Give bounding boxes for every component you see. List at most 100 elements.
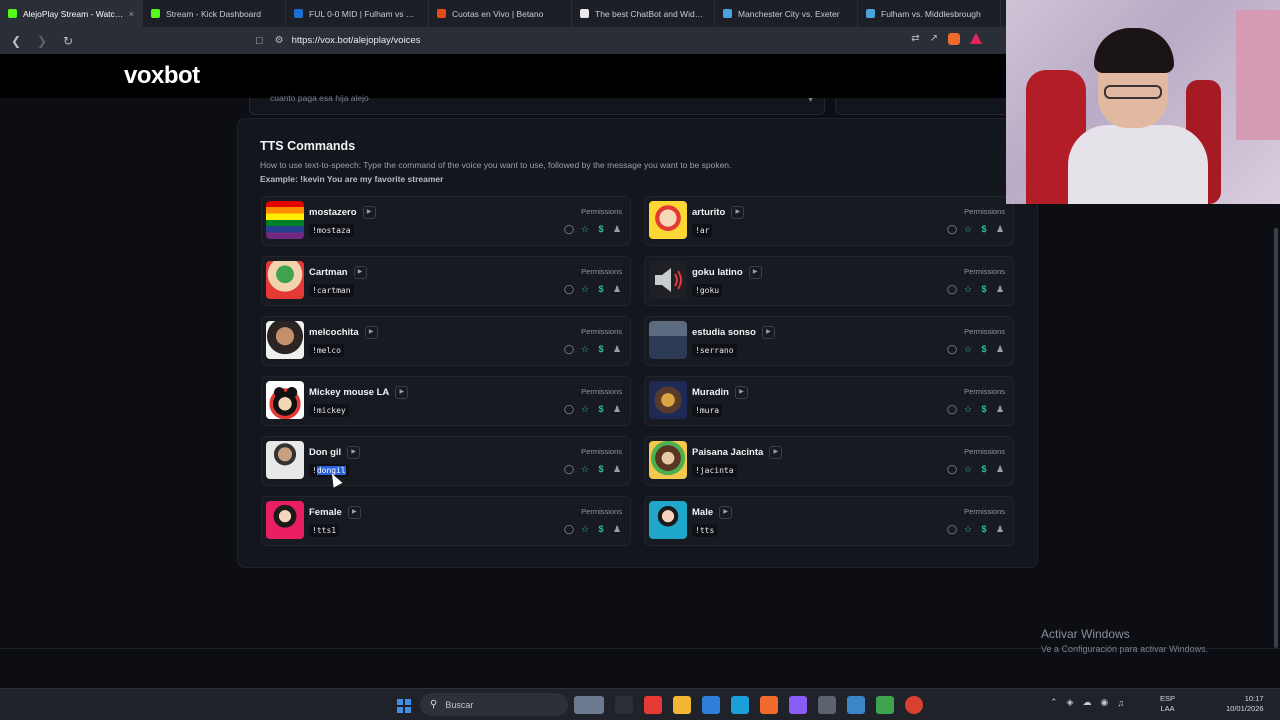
mic-icon[interactable]: ♫ [1117,698,1124,708]
close-icon[interactable]: × [125,9,134,19]
star-icon[interactable]: ☆ [963,404,973,414]
users-icon[interactable]: ♟ [995,404,1005,414]
shield-icon[interactable]: ◯ [947,284,957,294]
dollar-icon[interactable]: $ [979,524,989,534]
browser-tab[interactable]: Cuotas en Vivo | Betano [429,0,572,27]
scrollbar[interactable] [1274,228,1278,648]
dollar-icon[interactable]: $ [596,224,606,234]
star-icon[interactable]: ☆ [963,284,973,294]
users-icon[interactable]: ♟ [995,224,1005,234]
brave-rewards-icon[interactable] [970,33,982,44]
dollar-icon[interactable]: $ [596,344,606,354]
users-icon[interactable]: ♟ [612,524,622,534]
users-icon[interactable]: ♟ [995,344,1005,354]
dollar-icon[interactable]: $ [596,464,606,474]
network-icon[interactable]: ◈ [1067,697,1074,708]
shield-icon[interactable]: ◯ [947,464,957,474]
bookmark-icon[interactable]: □ [256,35,263,47]
play-icon[interactable]: ▶ [748,266,762,279]
shield-icon[interactable]: ◯ [947,404,957,414]
voice-command[interactable]: !serrano [692,344,737,357]
play-icon[interactable]: ▶ [761,326,775,339]
users-icon[interactable]: ♟ [612,284,622,294]
users-icon[interactable]: ♟ [995,464,1005,474]
shield-icon[interactable]: ◯ [564,344,574,354]
side-input[interactable] [835,98,1035,115]
calculator-icon[interactable] [818,696,836,714]
shield-icon[interactable]: ◯ [564,524,574,534]
play-icon[interactable]: ▶ [734,386,748,399]
app-icon[interactable] [847,696,865,714]
users-icon[interactable]: ♟ [995,524,1005,534]
play-icon[interactable]: ▶ [395,386,409,399]
voice-command[interactable]: !jacinta [692,464,737,477]
site-settings-icon[interactable]: ⚙ [275,35,284,46]
dollar-icon[interactable]: $ [596,284,606,294]
users-icon[interactable]: ♟ [612,404,622,414]
play-icon[interactable]: ▶ [347,446,361,459]
chevron-up-icon[interactable]: ⌃ [1050,697,1058,708]
shield-icon[interactable]: ◯ [564,404,574,414]
voice-command[interactable]: !cartman [309,284,354,297]
play-icon[interactable]: ▶ [731,206,745,219]
voice-command[interactable]: !goku [692,284,723,297]
dollar-icon[interactable]: $ [979,344,989,354]
play-icon[interactable]: ▶ [364,326,378,339]
terminal-icon[interactable] [615,696,633,714]
users-icon[interactable]: ♟ [995,284,1005,294]
dollar-icon[interactable]: $ [979,464,989,474]
voice-command[interactable]: !mostaza [309,224,354,237]
app-icon[interactable] [574,696,604,714]
star-icon[interactable]: ☆ [963,224,973,234]
star-icon[interactable]: ☆ [580,224,590,234]
voice-command[interactable]: !mickey [309,404,349,417]
translate-icon[interactable]: ⇄ [911,33,919,45]
dollar-icon[interactable]: $ [979,284,989,294]
voice-command[interactable]: !mura [692,404,723,417]
voice-command[interactable]: !ar [692,224,713,237]
dollar-icon[interactable]: $ [596,524,606,534]
shield-icon[interactable]: ◯ [564,464,574,474]
shield-icon[interactable]: ◯ [947,524,957,534]
voxbot-logo[interactable]: voxbot [124,62,200,90]
reload-icon[interactable]: ↻ [58,31,78,51]
star-icon[interactable]: ☆ [580,464,590,474]
browser-tab[interactable]: Stream - Kick Dashboard [143,0,286,27]
star-icon[interactable]: ☆ [580,284,590,294]
star-icon[interactable]: ☆ [580,404,590,414]
brave-icon[interactable] [760,696,778,714]
shield-icon[interactable]: ◯ [564,224,574,234]
app-icon[interactable] [789,696,807,714]
url-field[interactable]: □ ⚙ https://vox.bot/alejoplay/voices ⇄ ↗ [256,30,996,51]
app-tray-icon[interactable]: ◉ [1100,697,1108,708]
store-icon[interactable] [702,696,720,714]
star-icon[interactable]: ☆ [580,524,590,534]
app-icon[interactable] [644,696,662,714]
play-icon[interactable]: ▶ [769,446,783,459]
browser-tab[interactable]: FUL 0-0 MID | Fulham vs Midd [286,0,429,27]
users-icon[interactable]: ♟ [612,224,622,234]
language-indicator[interactable]: ESP LAA [1160,694,1175,714]
play-icon[interactable]: ▶ [362,206,376,219]
cloud-icon[interactable]: ☁ [1082,697,1091,708]
star-icon[interactable]: ☆ [963,344,973,354]
edge-icon[interactable] [731,696,749,714]
star-icon[interactable]: ☆ [963,524,973,534]
taskbar-search[interactable]: ⚲ Buscar [420,693,568,716]
play-icon[interactable]: ▶ [353,266,367,279]
chevron-down-icon[interactable]: ▼ [807,97,814,104]
voice-command[interactable]: !melco [309,344,344,357]
dollar-icon[interactable]: $ [979,224,989,234]
message-input[interactable]: cuanto paga esa hija alejo ▼ [249,93,825,115]
folder-icon[interactable] [673,696,691,714]
users-icon[interactable]: ♟ [612,464,622,474]
dollar-icon[interactable]: $ [596,404,606,414]
star-icon[interactable]: ☆ [963,464,973,474]
chrome-icon[interactable] [905,696,923,714]
windows-start-icon[interactable] [397,699,411,713]
shield-icon[interactable]: ◯ [564,284,574,294]
clock[interactable]: 10:17 10/01/2026 [1226,694,1264,714]
browser-tab[interactable]: The best ChatBot and Widgets [572,0,715,27]
play-icon[interactable]: ▶ [347,506,361,519]
share-icon[interactable]: ↗ [930,33,938,45]
